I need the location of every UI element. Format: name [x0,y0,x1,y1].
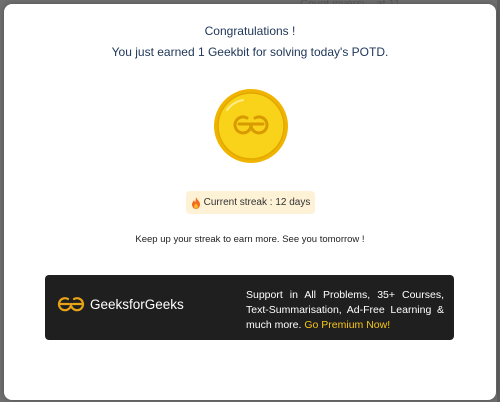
gfg-logo: GeeksforGeeks [57,296,184,312]
modal-subtitle: You just earned 1 Geekbit for solving to… [111,45,389,59]
streak-badge: Current streak : 12 days [186,191,315,214]
modal-title: Congratulations ! [204,24,296,38]
geeksforgeeks-logo-icon [57,297,85,312]
go-premium-banner[interactable]: GeeksforGeeks Support in All Problems, 3… [45,275,454,340]
gfg-logo-text: GeeksforGeeks [90,296,184,312]
flame-icon [191,196,200,209]
geeksforgeeks-coin-icon [214,89,288,163]
encouragement-message: Keep up your streak to earn more. See yo… [135,234,365,245]
potd-reward-modal: Congratulations ! You just earned 1 Geek… [4,4,496,400]
streak-text: Current streak : 12 days [203,197,311,208]
go-premium-link[interactable]: Go Premium Now! [304,319,390,331]
premium-promo-text: Support in All Problems, 35+ Courses, Te… [246,288,444,333]
